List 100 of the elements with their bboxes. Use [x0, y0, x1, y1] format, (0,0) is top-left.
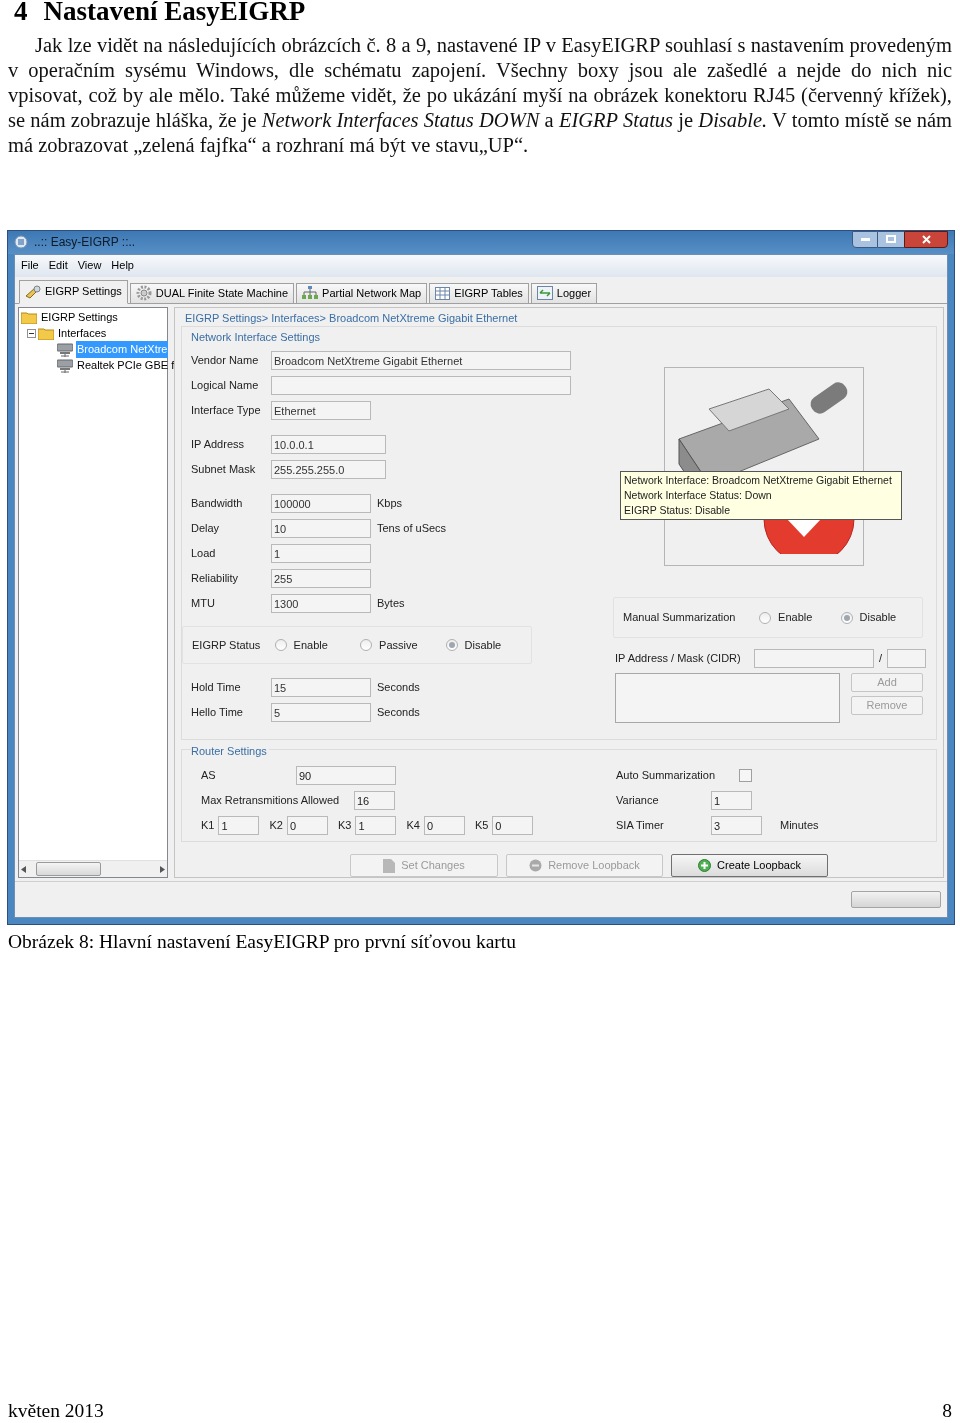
input-field[interactable]: 5 [271, 703, 371, 722]
field-label: K5 [474, 818, 489, 834]
input-field[interactable]: 0 [286, 816, 328, 835]
radio-label: Enable [293, 637, 328, 653]
input-field[interactable]: 255 [271, 569, 371, 588]
field-label: Vendor Name [191, 353, 260, 369]
input-field[interactable]: Broadcom NetXtreme Gigabit Ethernet [271, 351, 571, 370]
input-field[interactable]: 10 [271, 519, 371, 538]
close-button[interactable] [904, 230, 948, 248]
field-label: K2 [269, 818, 283, 834]
input-field[interactable]: 0 [492, 816, 534, 835]
input-field[interactable]: 0 [423, 816, 465, 835]
tab[interactable]: Logger [530, 282, 598, 304]
menu-item[interactable]: Help [107, 257, 138, 274]
radio-button[interactable] [840, 611, 853, 624]
menu-item[interactable]: Edit [44, 257, 72, 274]
minus-circle-icon [529, 859, 543, 872]
tree-item[interactable]: Interfaces [57, 325, 108, 342]
unit-label: Bytes [377, 596, 405, 612]
input-field[interactable]: Ethernet [271, 401, 371, 420]
menu-item[interactable]: View [73, 257, 106, 274]
field-label: Bandwidth [191, 496, 244, 512]
network-card-icon [57, 358, 73, 373]
unit-label: Tens of uSecs [377, 521, 447, 537]
folder-icon [21, 311, 37, 324]
breadcrumb: EIGRP Settings> Interfaces> Broadcom NetXtreme Gigabit Ethernet [185, 310, 519, 326]
input-field[interactable]: 255.255.255.0 [271, 460, 386, 479]
input-field[interactable]: 16 [354, 791, 395, 810]
address-list[interactable] [615, 673, 840, 723]
radio-button[interactable] [360, 639, 373, 651]
wrench-icon [25, 284, 41, 299]
input-field[interactable]: 3 [711, 816, 762, 835]
input-field[interactable]: 15 [271, 678, 371, 697]
input-field[interactable]: 100000 [271, 494, 371, 513]
input-field[interactable] [271, 376, 571, 395]
footer-date: květen 2013 [8, 1399, 104, 1423]
group-label: Manual Summarization [623, 610, 737, 626]
action-button[interactable]: Create Loopback [671, 854, 828, 877]
field-label: Variance [616, 793, 660, 809]
input-field[interactable]: 1 [711, 791, 752, 810]
plus-circle-icon [698, 859, 712, 872]
field-label: Logical Name [191, 378, 260, 394]
menu-item[interactable]: File [17, 257, 43, 274]
radio-label: Passive [379, 637, 418, 653]
horizontal-scrollbar[interactable] [19, 860, 167, 877]
radio-button[interactable] [445, 639, 458, 651]
folder-icon [38, 327, 54, 340]
heading-number: 4 [14, 0, 28, 25]
tree-item[interactable]: EIGRP Settings [40, 309, 119, 326]
input-field[interactable]: 1 [355, 816, 397, 835]
log-icon [536, 286, 553, 300]
field-label: Load [191, 546, 217, 562]
group-label: EIGRP Status [192, 637, 262, 653]
field-label: K1 [201, 818, 215, 834]
field-label: Hold Time [191, 680, 242, 696]
mask-field[interactable] [887, 648, 927, 668]
scrollbar-thumb[interactable] [36, 862, 101, 876]
radio-button[interactable] [759, 611, 772, 624]
field-label: IP Address [191, 437, 245, 453]
unit-label: Seconds [377, 680, 420, 696]
field-label: Max Retransmitions Allowed [201, 793, 341, 809]
scroll-left-icon [21, 865, 27, 873]
field-label: IP Address / Mask (CIDR) [615, 650, 742, 666]
minimize-button[interactable] [852, 230, 878, 248]
field-label: AS [201, 768, 217, 784]
tab[interactable]: EIGRP Settings [19, 279, 128, 304]
field-label: Hello Time [191, 705, 244, 721]
network-icon [302, 286, 319, 300]
tab[interactable]: EIGRP Tables [429, 282, 529, 304]
input-field[interactable]: 1 [271, 544, 371, 563]
table-icon [435, 286, 451, 300]
input-field[interactable]: 90 [296, 766, 396, 785]
collapse-toggle[interactable] [27, 329, 36, 338]
window-title: ..:: Easy-EIGRP ::.. [34, 234, 136, 252]
close-icon [921, 234, 931, 244]
minus-icon [29, 333, 34, 334]
field-label: Interface Type [191, 403, 262, 419]
checkbox[interactable] [739, 769, 752, 782]
heading: Nastavení EasyEIGRP [43, 0, 306, 25]
radio-label: Disable [859, 610, 897, 626]
radio-button[interactable] [274, 639, 287, 651]
gear-icon [135, 285, 152, 301]
tooltip-line: EIGRP Status: Disable [624, 503, 732, 518]
radio-label: Disable [464, 637, 502, 653]
input-field[interactable]: 1300 [271, 594, 371, 613]
paragraph: Jak lze vidět na následujících obrázcích č. 8 a 9, nastavené IP v EasyEIGRP souhlasí s nastavením provedeným v operačním sysému Windows, dle schématu zapojení. Všechny boxy jsou ale zašedlé a nejde do nich nic vpisovat, což by ale mělo. Také můžeme vidět, že po ukázání myší na obrázek konektoru RJ45 (červenný křížek), se nám zobrazuje hláška, že je Network Interfaces Status DOWN a EIGRP Status je Disable. V tomto místě se nám má zobrazovat „zelená fajfka“ a rozhraní má být ve stavu„UP“. [8, 33, 952, 158]
tooltip-line: Network Interface: Broadcom NetXtreme Gigabit Ethernet [624, 473, 893, 488]
input-field[interactable]: 1 [218, 816, 260, 835]
tab[interactable]: Partial Network Map [296, 282, 428, 304]
ip-address-field[interactable] [754, 648, 874, 668]
maximize-icon [886, 235, 896, 244]
document-icon [383, 858, 396, 873]
field-label: K4 [406, 818, 420, 834]
unit-label: Minutes [780, 818, 819, 834]
tab[interactable]: DUAL Finite State Machine [129, 282, 295, 304]
unit-label: Kbps [377, 496, 403, 512]
tree-item[interactable]: Realtek PCIe GBE f [76, 357, 176, 374]
maximize-button[interactable] [878, 230, 904, 248]
input-field[interactable]: 10.0.0.1 [271, 435, 386, 454]
figure-caption: Obrázek 8: Hlavní nastavení EasyEIGRP pro první síťovou kartu [8, 930, 517, 954]
